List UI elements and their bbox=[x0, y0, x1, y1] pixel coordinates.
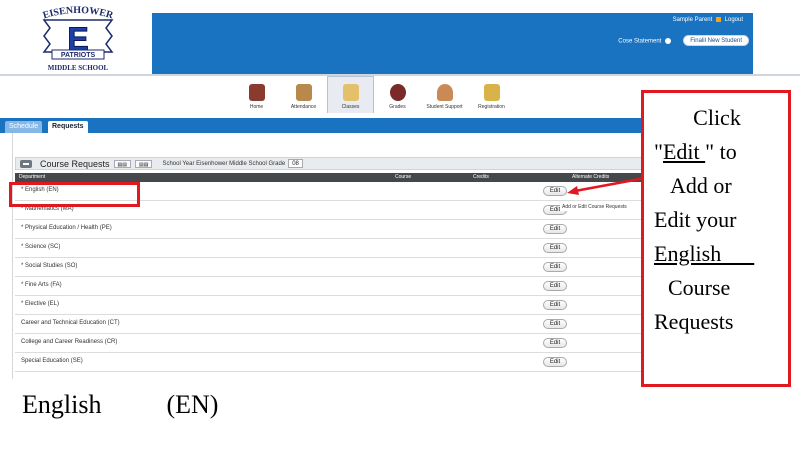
course-requests-panel: Course Requests ▤▤ ▤▤ School Year Eisenh… bbox=[12, 133, 649, 379]
nav-home[interactable]: Home bbox=[233, 76, 280, 113]
collapse-icon[interactable] bbox=[20, 159, 32, 168]
english-highlight-box bbox=[9, 182, 140, 207]
tab-requests[interactable]: Requests bbox=[48, 121, 88, 133]
logo-name-bottom: MIDDLE SCHOOL bbox=[48, 64, 109, 72]
nav-label: Attendance bbox=[290, 104, 317, 110]
table-row: * Elective (EL) Edit bbox=[15, 296, 649, 315]
table-row: * Fine Arts (FA) Edit bbox=[15, 277, 649, 296]
edit-button[interactable]: Edit bbox=[543, 262, 567, 272]
logo-mascot: PATRIOTS bbox=[61, 52, 96, 59]
tab-strip: Schedule Requests bbox=[0, 118, 648, 133]
nav-label: Registration bbox=[478, 104, 505, 110]
callout-line-5: English bbox=[654, 241, 755, 266]
table-row: College and Career Readiness (CR) Edit bbox=[15, 334, 649, 353]
callout-quote-close: " to bbox=[705, 139, 737, 164]
table-header: Department Course Credits Alternate Cred… bbox=[15, 173, 649, 182]
nav-attendance[interactable]: Attendance bbox=[280, 76, 327, 113]
header-bar: Sample Parent Logout Cose Statement Fina… bbox=[152, 13, 753, 74]
department-name: Special Education (SE) bbox=[21, 358, 83, 364]
classes-icon bbox=[342, 84, 359, 101]
attendance-icon bbox=[295, 84, 312, 101]
callout-quote-open: " bbox=[654, 139, 663, 164]
course-requests-title: Course Requests bbox=[40, 158, 110, 169]
department-name: Career and Technical Education (CT) bbox=[21, 320, 120, 326]
col-course: Course bbox=[395, 174, 412, 180]
pointer-arrow-icon bbox=[567, 176, 646, 195]
export-button[interactable]: ▤▤ bbox=[135, 159, 153, 168]
course-statement: Cose Statement bbox=[618, 38, 671, 45]
edit-button[interactable]: Edit bbox=[543, 357, 567, 367]
school-logo-graphic: EISENHOWER E PATRIOTS MIDDLE SCHOOL bbox=[42, 5, 116, 72]
student-support-icon bbox=[436, 84, 453, 101]
table-row: * Physical Education / Health (PE) Edit bbox=[15, 220, 649, 239]
user-info: Sample Parent Logout bbox=[673, 17, 743, 23]
department-name: * Science (SC) bbox=[21, 244, 61, 250]
instruction-callout: Click "Edit " to Add or Edit your Englis… bbox=[641, 90, 791, 387]
registration-icon bbox=[483, 84, 500, 101]
callout-line-6: Course bbox=[668, 275, 731, 300]
table-row: * Science (SC) Edit bbox=[15, 239, 649, 258]
callout-line-7: Requests bbox=[654, 309, 734, 334]
nav-student-support[interactable]: Student Support bbox=[421, 76, 468, 113]
school-logo: EISENHOWER E PATRIOTS MIDDLE SCHOOL bbox=[22, 5, 134, 74]
edit-button[interactable]: Edit bbox=[543, 243, 567, 253]
edit-tooltip: Add or Edit Course Requests bbox=[560, 203, 629, 211]
nav-label: Classes bbox=[341, 104, 360, 110]
grade-value: 08 bbox=[288, 159, 303, 168]
nav-label: Home bbox=[249, 104, 264, 110]
edit-button[interactable]: Edit bbox=[543, 300, 567, 310]
nav-registration[interactable]: Registration bbox=[468, 76, 515, 113]
department-name: * Social Studies (SO) bbox=[21, 263, 78, 269]
nav-grades[interactable]: Grades bbox=[374, 76, 421, 113]
print-button[interactable]: ▤▤ bbox=[113, 159, 131, 168]
col-credits: Credits bbox=[473, 174, 489, 180]
edit-button[interactable]: Edit bbox=[543, 186, 567, 196]
notification-icon[interactable] bbox=[715, 17, 721, 22]
department-name: College and Career Readiness (CR) bbox=[21, 339, 118, 345]
finalize-new-student-button[interactable]: Finalil New Student bbox=[683, 35, 749, 46]
department-name: * Elective (EL) bbox=[21, 301, 60, 307]
course-statement-label: Cose Statement bbox=[618, 38, 662, 45]
logout-link[interactable]: Logout bbox=[725, 17, 743, 23]
nav-classes[interactable]: Classes bbox=[327, 76, 374, 113]
callout-line-4: Edit your bbox=[654, 207, 737, 232]
callout-line-2: "Edit " to bbox=[654, 135, 780, 169]
home-icon bbox=[248, 84, 265, 101]
edit-button[interactable]: Edit bbox=[543, 338, 567, 348]
caption-text: English (EN) bbox=[22, 390, 219, 419]
course-requests-header: Course Requests ▤▤ ▤▤ School Year Eisenh… bbox=[15, 157, 649, 170]
nav-label: Student Support bbox=[426, 104, 463, 110]
grades-icon bbox=[389, 84, 406, 101]
help-icon[interactable] bbox=[665, 38, 671, 44]
table-row: Career and Technical Education (CT) Edit bbox=[15, 315, 649, 334]
edit-button[interactable]: Edit bbox=[543, 319, 567, 329]
school-info: School Year Eisenhower Middle School Gra… bbox=[162, 160, 286, 167]
tab-schedule[interactable]: Schedule bbox=[5, 121, 43, 133]
department-name: * Physical Education / Health (PE) bbox=[21, 225, 112, 231]
edit-button[interactable]: Edit bbox=[543, 281, 567, 291]
edit-button[interactable]: Edit bbox=[543, 224, 567, 234]
callout-line-3: Add or bbox=[670, 173, 732, 198]
table-row: * Social Studies (SO) Edit bbox=[15, 258, 649, 277]
table-row: Special Education (SE) Edit bbox=[15, 353, 649, 372]
callout-line-1: Click bbox=[693, 105, 741, 130]
callout-edit-word: Edit bbox=[662, 139, 706, 164]
nav-label: Grades bbox=[389, 104, 406, 110]
user-name[interactable]: Sample Parent bbox=[673, 17, 713, 23]
department-name: * Fine Arts (FA) bbox=[21, 282, 62, 288]
col-department: Department bbox=[19, 174, 46, 180]
main-nav: Home Attendance Classes Grades Student S… bbox=[233, 76, 523, 113]
